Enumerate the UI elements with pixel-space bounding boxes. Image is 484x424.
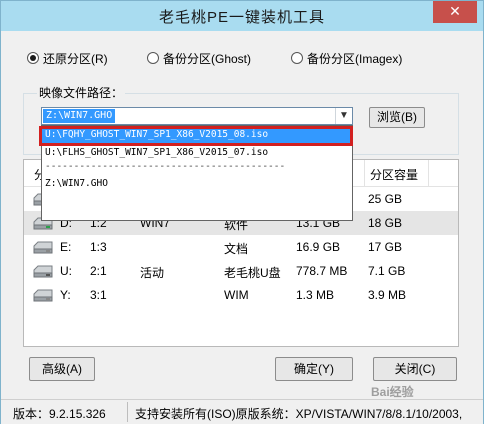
browse-button[interactable]: 浏览(B) [369, 107, 425, 128]
radio-dot-icon [147, 52, 159, 64]
image-path-label: 映像文件路径： [37, 84, 126, 101]
advanced-button[interactable]: 高级(A) [29, 357, 95, 381]
cell-size: 3.9 MB [368, 288, 407, 302]
cell-size: 25 GB [368, 192, 403, 206]
cell-free: 778.7 MB [296, 264, 348, 278]
cell-type: 文档 [224, 242, 249, 256]
cell-label: 活动 [140, 266, 165, 280]
radio-backup-ghost-label: 备份分区(Ghost) [163, 51, 252, 66]
ok-button[interactable]: 确定(Y) [275, 357, 353, 381]
image-path-value: Z:\WIN7.GHO [43, 109, 116, 123]
radio-backup-imagex[interactable]: 备份分区(Imagex) [291, 50, 402, 66]
cell-type: 老毛桃U盘 [224, 266, 281, 280]
status-bar: 版本：9.2.15.326 支持安装所有(ISO)原版系统：XP/VISTA/W… [1, 399, 483, 424]
dropdown-separator: ----------------------------------------… [45, 161, 286, 172]
cell-drive: Y: [60, 288, 71, 302]
cell-free: 1.3 MB [296, 288, 335, 302]
hdd-icon [33, 289, 53, 302]
window-title: 老毛桃PE一键装机工具 [158, 9, 325, 26]
hdd-icon [33, 241, 53, 254]
highlight-annotation-box [39, 126, 353, 146]
cell-size: 18 GB [368, 216, 403, 230]
radio-restore[interactable]: 还原分区(R) [27, 50, 108, 66]
title-bar[interactable]: 老毛桃PE一键装机工具 ✕ [1, 1, 483, 31]
cell-type: WIM [224, 288, 249, 302]
cell-drive: U: [60, 264, 72, 278]
usb-drive-icon [33, 265, 53, 278]
app-window: 老毛桃PE一键装机工具 ✕ 还原分区(R) 备份分区(Ghost) 备份分区(I… [0, 0, 484, 424]
cell-num: 3:1 [90, 288, 107, 302]
column-divider[interactable] [364, 160, 365, 186]
image-path-combobox[interactable]: Z:\WIN7.GHO ▼ [41, 107, 353, 125]
status-divider [127, 402, 128, 422]
support-text: 支持安装所有(ISO)原版系统：XP/VISTA/WIN7/8/8.1/10/2… [135, 407, 463, 421]
radio-backup-ghost[interactable]: 备份分区(Ghost) [147, 50, 251, 66]
client-area: 还原分区(R) 备份分区(Ghost) 备份分区(Imagex) 映像文件路径：… [1, 31, 483, 424]
radio-restore-label: 还原分区(R) [43, 51, 108, 66]
radio-dot-icon [27, 52, 39, 64]
baidu-watermark: Bai经验 [371, 385, 414, 399]
radio-dot-icon [291, 52, 303, 64]
window-close-button[interactable]: ✕ [433, 1, 477, 23]
radio-backup-imagex-label: 备份分区(Imagex) [307, 51, 403, 66]
chevron-down-icon[interactable]: ▼ [335, 108, 352, 124]
column-header-size[interactable]: 分区容量 [370, 166, 418, 183]
table-row[interactable]: Y: 3:1 WIM 1.3 MB 3.9 MB [24, 283, 458, 307]
table-row[interactable]: U: 2:1 活动 老毛桃U盘 778.7 MB 7.1 GB [24, 259, 458, 283]
dropdown-option[interactable]: Z:\WIN7.GHO [42, 176, 352, 192]
close-button[interactable]: 关闭(C) [373, 357, 457, 381]
column-divider[interactable] [428, 160, 429, 186]
cell-free: 16.9 GB [296, 240, 341, 254]
version-text: 版本：9.2.15.326 [13, 407, 106, 421]
cell-num: 1:3 [90, 240, 107, 254]
cell-num: 2:1 [90, 264, 107, 278]
table-row[interactable]: E: 1:3 文档 16.9 GB 17 GB [24, 235, 458, 259]
cell-drive: E: [60, 240, 72, 254]
cell-size: 17 GB [368, 240, 403, 254]
cell-size: 7.1 GB [368, 264, 406, 278]
